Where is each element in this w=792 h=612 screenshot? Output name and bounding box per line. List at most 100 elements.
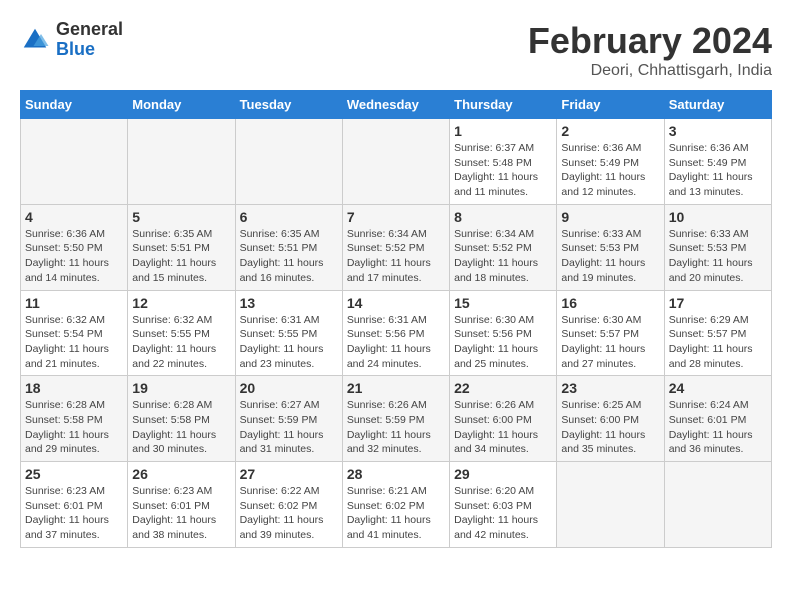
day-info: Sunrise: 6:28 AMSunset: 5:58 PMDaylight:… [132, 398, 230, 457]
day-info: Sunrise: 6:35 AMSunset: 5:51 PMDaylight:… [240, 227, 338, 286]
calendar-cell [664, 462, 771, 548]
day-info: Sunrise: 6:35 AMSunset: 5:51 PMDaylight:… [132, 227, 230, 286]
day-number: 15 [454, 295, 552, 311]
weekday-header: Tuesday [235, 91, 342, 119]
calendar-body: 1 Sunrise: 6:37 AMSunset: 5:48 PMDaylight… [21, 119, 772, 548]
title-section: February 2024 Deori, Chhattisgarh, India [528, 20, 772, 80]
day-number: 9 [561, 209, 659, 225]
day-info: Sunrise: 6:32 AMSunset: 5:55 PMDaylight:… [132, 313, 230, 372]
logo: General Blue [20, 20, 123, 60]
day-number: 21 [347, 380, 445, 396]
calendar-cell: 8 Sunrise: 6:34 AMSunset: 5:52 PMDaylight… [450, 204, 557, 290]
calendar-cell: 23 Sunrise: 6:25 AMSunset: 6:00 PMDayligh… [557, 376, 664, 462]
day-number: 16 [561, 295, 659, 311]
calendar-cell: 13 Sunrise: 6:31 AMSunset: 5:55 PMDayligh… [235, 290, 342, 376]
day-info: Sunrise: 6:29 AMSunset: 5:57 PMDaylight:… [669, 313, 767, 372]
calendar-cell: 28 Sunrise: 6:21 AMSunset: 6:02 PMDayligh… [342, 462, 449, 548]
day-number: 8 [454, 209, 552, 225]
calendar-cell: 10 Sunrise: 6:33 AMSunset: 5:53 PMDayligh… [664, 204, 771, 290]
day-info: Sunrise: 6:33 AMSunset: 5:53 PMDaylight:… [669, 227, 767, 286]
day-info: Sunrise: 6:28 AMSunset: 5:58 PMDaylight:… [25, 398, 123, 457]
day-info: Sunrise: 6:36 AMSunset: 5:50 PMDaylight:… [25, 227, 123, 286]
day-info: Sunrise: 6:30 AMSunset: 5:56 PMDaylight:… [454, 313, 552, 372]
weekday-header: Wednesday [342, 91, 449, 119]
calendar-cell: 25Sunrise: 6:23 AMSunset: 6:01 PMDayligh… [21, 462, 128, 548]
page-header: General Blue February 2024 Deori, Chhatt… [20, 20, 772, 80]
calendar-cell: 12 Sunrise: 6:32 AMSunset: 5:55 PMDayligh… [128, 290, 235, 376]
calendar-cell: 15 Sunrise: 6:30 AMSunset: 5:56 PMDayligh… [450, 290, 557, 376]
calendar-cell: 24 Sunrise: 6:24 AMSunset: 6:01 PMDayligh… [664, 376, 771, 462]
calendar-cell: 17 Sunrise: 6:29 AMSunset: 5:57 PMDayligh… [664, 290, 771, 376]
day-info: Sunrise: 6:26 AMSunset: 5:59 PMDaylight:… [347, 398, 445, 457]
calendar-cell: 22 Sunrise: 6:26 AMSunset: 6:00 PMDayligh… [450, 376, 557, 462]
day-number: 23 [561, 380, 659, 396]
day-info: Sunrise: 6:34 AMSunset: 5:52 PMDaylight:… [347, 227, 445, 286]
day-info: Sunrise: 6:24 AMSunset: 6:01 PMDaylight:… [669, 398, 767, 457]
calendar-cell: 9Sunrise: 6:33 AMSunset: 5:53 PMDaylight… [557, 204, 664, 290]
day-number: 4 [25, 209, 123, 225]
calendar-cell [128, 119, 235, 205]
day-info: Sunrise: 6:21 AMSunset: 6:02 PMDaylight:… [347, 484, 445, 543]
calendar-cell: 19 Sunrise: 6:28 AMSunset: 5:58 PMDayligh… [128, 376, 235, 462]
calendar-cell: 4 Sunrise: 6:36 AMSunset: 5:50 PMDaylight… [21, 204, 128, 290]
day-info: Sunrise: 6:25 AMSunset: 6:00 PMDaylight:… [561, 398, 659, 457]
weekday-header: Friday [557, 91, 664, 119]
weekday-header: Monday [128, 91, 235, 119]
weekday-header: Saturday [664, 91, 771, 119]
calendar-table: SundayMondayTuesdayWednesdayThursdayFrid… [20, 90, 772, 548]
day-info: Sunrise: 6:36 AMSunset: 5:49 PMDaylight:… [669, 141, 767, 200]
day-number: 11 [25, 295, 123, 311]
day-info: Sunrise: 6:20 AMSunset: 6:03 PMDaylight:… [454, 484, 552, 543]
calendar-cell: 26 Sunrise: 6:23 AMSunset: 6:01 PMDayligh… [128, 462, 235, 548]
day-number: 6 [240, 209, 338, 225]
calendar-cell: 3 Sunrise: 6:36 AMSunset: 5:49 PMDaylight… [664, 119, 771, 205]
calendar-cell: 20Sunrise: 6:27 AMSunset: 5:59 PMDayligh… [235, 376, 342, 462]
day-number: 14 [347, 295, 445, 311]
page-subtitle: Deori, Chhattisgarh, India [528, 62, 772, 80]
day-number: 7 [347, 209, 445, 225]
weekday-header: Sunday [21, 91, 128, 119]
calendar-cell: 18 Sunrise: 6:28 AMSunset: 5:58 PMDayligh… [21, 376, 128, 462]
calendar-cell: 27Sunrise: 6:22 AMSunset: 6:02 PMDayligh… [235, 462, 342, 548]
day-info: Sunrise: 6:26 AMSunset: 6:00 PMDaylight:… [454, 398, 552, 457]
calendar-cell [235, 119, 342, 205]
day-info: Sunrise: 6:23 AMSunset: 6:01 PMDaylight:… [132, 484, 230, 543]
day-number: 24 [669, 380, 767, 396]
calendar-cell: 11 Sunrise: 6:32 AMSunset: 5:54 PMDayligh… [21, 290, 128, 376]
day-number: 22 [454, 380, 552, 396]
day-info: Sunrise: 6:34 AMSunset: 5:52 PMDaylight:… [454, 227, 552, 286]
day-number: 1 [454, 123, 552, 139]
day-number: 28 [347, 466, 445, 482]
day-info: Sunrise: 6:30 AMSunset: 5:57 PMDaylight:… [561, 313, 659, 372]
day-number: 10 [669, 209, 767, 225]
calendar-week-row: 25Sunrise: 6:23 AMSunset: 6:01 PMDayligh… [21, 462, 772, 548]
calendar-cell: 16 Sunrise: 6:30 AMSunset: 5:57 PMDayligh… [557, 290, 664, 376]
weekday-header: Thursday [450, 91, 557, 119]
calendar-cell: 7 Sunrise: 6:34 AMSunset: 5:52 PMDaylight… [342, 204, 449, 290]
day-number: 12 [132, 295, 230, 311]
calendar-cell [557, 462, 664, 548]
calendar-week-row: 11 Sunrise: 6:32 AMSunset: 5:54 PMDayligh… [21, 290, 772, 376]
day-info: Sunrise: 6:32 AMSunset: 5:54 PMDaylight:… [25, 313, 123, 372]
logo-general-text: General [56, 20, 123, 40]
calendar-week-row: 4 Sunrise: 6:36 AMSunset: 5:50 PMDaylight… [21, 204, 772, 290]
calendar-week-row: 18 Sunrise: 6:28 AMSunset: 5:58 PMDayligh… [21, 376, 772, 462]
day-number: 18 [25, 380, 123, 396]
calendar-cell: 29 Sunrise: 6:20 AMSunset: 6:03 PMDayligh… [450, 462, 557, 548]
page-title: February 2024 [528, 20, 772, 62]
calendar-cell: 6 Sunrise: 6:35 AMSunset: 5:51 PMDaylight… [235, 204, 342, 290]
day-number: 29 [454, 466, 552, 482]
calendar-cell: 1 Sunrise: 6:37 AMSunset: 5:48 PMDaylight… [450, 119, 557, 205]
day-info: Sunrise: 6:37 AMSunset: 5:48 PMDaylight:… [454, 141, 552, 200]
day-info: Sunrise: 6:31 AMSunset: 5:55 PMDaylight:… [240, 313, 338, 372]
day-number: 3 [669, 123, 767, 139]
day-number: 13 [240, 295, 338, 311]
calendar-cell [342, 119, 449, 205]
day-number: 19 [132, 380, 230, 396]
day-info: Sunrise: 6:27 AMSunset: 5:59 PMDaylight:… [240, 398, 338, 457]
logo-blue-text: Blue [56, 40, 123, 60]
day-number: 17 [669, 295, 767, 311]
day-number: 5 [132, 209, 230, 225]
calendar-cell: 5 Sunrise: 6:35 AMSunset: 5:51 PMDaylight… [128, 204, 235, 290]
day-number: 26 [132, 466, 230, 482]
